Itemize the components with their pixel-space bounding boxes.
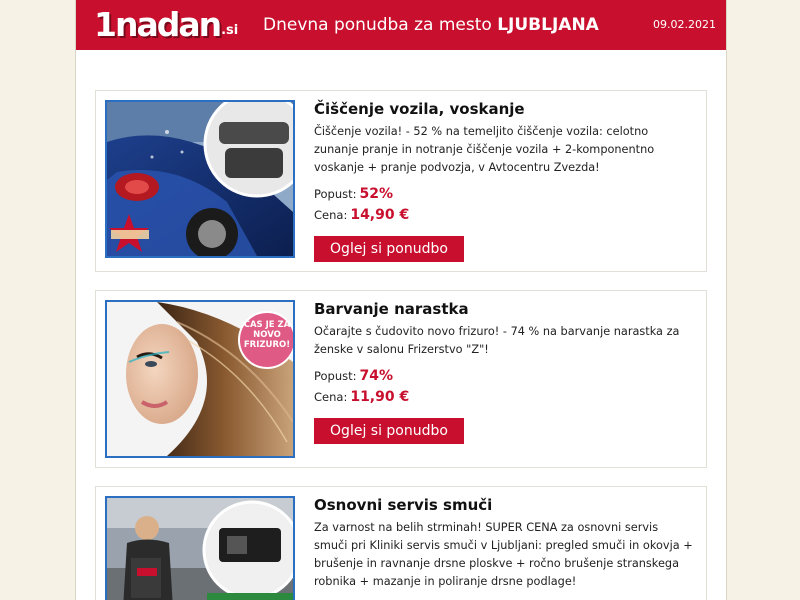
discount-label: Popust: — [314, 187, 357, 201]
discount-row: Popust: 52% — [314, 186, 393, 202]
site-logo[interactable]: 1nadan .si — [94, 6, 238, 44]
deal-title[interactable]: Čiščenje vozila, voskanje — [314, 100, 525, 118]
header-bar: 1nadan .si Dnevna ponudba za mesto LJUBL… — [76, 0, 726, 50]
price-label: Cena: — [314, 208, 348, 222]
header-city: LJUBLJANA — [497, 15, 599, 35]
deal-card: ČAS JE ZA NOVO FRIZURO! Barvanje narastk… — [95, 290, 707, 468]
header-title-prefix: Dnevna ponudba za mesto — [263, 15, 492, 35]
logo-tld: .si — [221, 23, 239, 38]
price-row: Cena: 14,90 € — [314, 207, 409, 223]
deal-card: Osnovni servis smuči Za varnost na belih… — [95, 486, 707, 600]
logo-text: 1nadan — [94, 5, 222, 44]
car-wash-photo-icon[interactable] — [105, 100, 295, 258]
deal-description: Za varnost na belih strminah! SUPER CENA… — [314, 521, 693, 588]
price-label: Cena: — [314, 390, 348, 404]
price-row: Cena: 11,90 € — [314, 389, 409, 405]
view-offer-button[interactable]: Oglej si ponudbo — [314, 418, 464, 444]
discount-label: Popust: — [314, 369, 357, 383]
price-value: 11,90 € — [350, 389, 410, 405]
newsletter-frame: 1nadan .si Dnevna ponudba za mesto LJUBL… — [75, 0, 727, 600]
price-value: 14,90 € — [350, 207, 410, 223]
deal-card: Čiščenje vozila, voskanje Čiščenje vozil… — [95, 90, 707, 272]
deal-title[interactable]: Barvanje narastka — [314, 300, 469, 318]
header-date: 09.02.2021 — [653, 18, 716, 31]
view-offer-button[interactable]: Oglej si ponudbo — [314, 236, 464, 262]
ski-service-photo-icon[interactable] — [105, 496, 295, 600]
discount-value: 74% — [359, 368, 394, 384]
promo-badge: ČAS JE ZA NOVO FRIZURO! — [243, 320, 291, 350]
discount-value: 52% — [359, 186, 394, 202]
header-title: Dnevna ponudba za mesto LJUBLJANA — [263, 15, 599, 35]
deal-description: Očarajte s čudovito novo frizuro! - 74 %… — [314, 325, 680, 356]
discount-row: Popust: 74% — [314, 368, 393, 384]
deal-title[interactable]: Osnovni servis smuči — [314, 496, 492, 514]
hair-model-photo-icon[interactable]: ČAS JE ZA NOVO FRIZURO! — [105, 300, 295, 458]
deal-description: Čiščenje vozila! - 52 % na temeljito čiš… — [314, 125, 655, 174]
